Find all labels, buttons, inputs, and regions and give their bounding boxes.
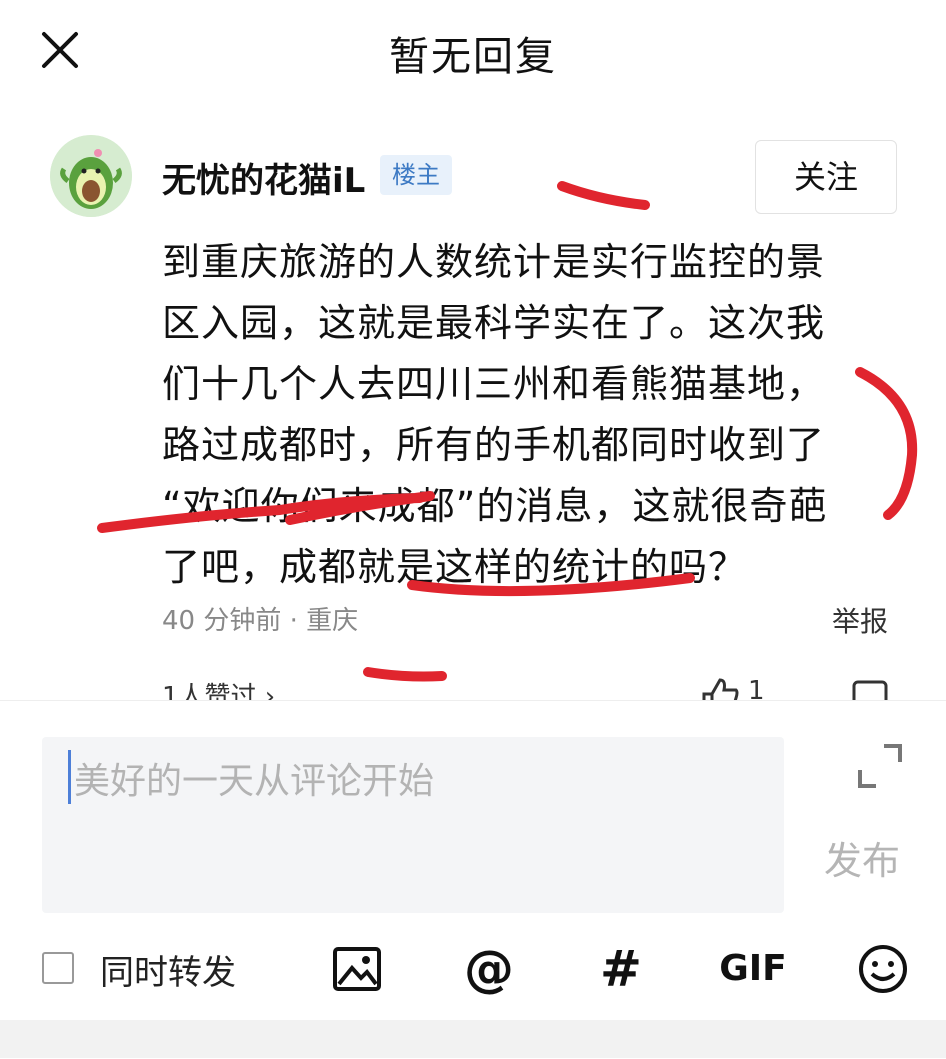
image-icon[interactable] [330,942,384,996]
red-annotation-marks [97,181,918,682]
expand-icon[interactable] [856,742,904,790]
hashtag-icon[interactable]: # [594,942,648,996]
reply-icon[interactable] [850,678,890,702]
at-icon[interactable]: @ [462,942,516,996]
repost-checkbox[interactable] [42,952,74,984]
keyboard-area [0,1020,946,1058]
thumb-up-icon[interactable] [700,676,740,702]
comment-meta: 40 分钟前 · 重庆 [162,606,359,636]
likes-summary[interactable]: 1人赞过 › [162,676,275,702]
text-cursor [68,750,71,804]
report-link[interactable]: 举报 [832,600,888,640]
emoji-icon[interactable] [856,942,910,996]
publish-button[interactable]: 发布 [824,830,900,885]
reply-placeholder: 美好的一天从评论开始 [74,761,435,802]
gif-icon[interactable]: GIF [718,942,788,996]
like-count: 1 [748,676,765,702]
repost-label: 同时转发 [100,953,236,993]
likes-row: 1人赞过 › 1 [162,672,902,702]
